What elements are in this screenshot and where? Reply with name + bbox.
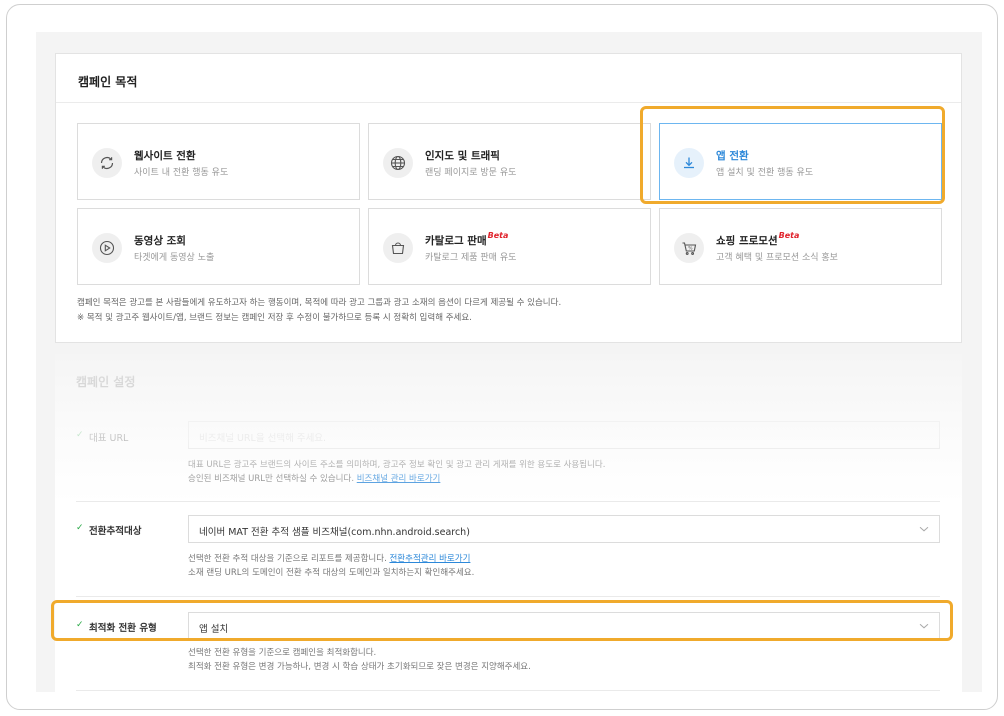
globe-icon bbox=[383, 148, 413, 178]
rep-url-placeholder: 비즈채널 URL을 선택해 주세요. bbox=[199, 433, 327, 444]
objective-label: 웹사이트 전환 bbox=[134, 150, 196, 162]
bizchannel-manage-link[interactable]: 비즈채널 관리 바로가기 bbox=[357, 474, 441, 484]
conversion-target-help-2: 소재 랜딩 URL의 도메인이 전환 추적 대상의 도메인과 일치하는지 확인해… bbox=[188, 568, 475, 578]
page-canvas: 캠페인 목적 웹사이트 전환 사이트 내 전환 행동 유도 인지도 및 트래픽 … bbox=[36, 32, 982, 692]
objective-label-text: 카탈로그 판매 bbox=[425, 235, 487, 247]
conversion-target-label: 전환추적대상 bbox=[89, 526, 142, 537]
optimization-type-label: 최적화 전환 유형 bbox=[89, 623, 157, 634]
conversion-target-select[interactable]: 네이버 MAT 전환 추적 샘플 비즈채널(com.nhn.android.se… bbox=[188, 515, 940, 543]
rep-url-help: 대표 URL은 광고주 브랜드의 사이트 주소를 의미하며, 광고주 정보 확인… bbox=[188, 460, 606, 470]
optimization-type-value: 앱 설치 bbox=[199, 624, 229, 635]
rep-url-select[interactable]: 비즈채널 URL을 선택해 주세요. bbox=[188, 421, 940, 449]
optimization-type-select[interactable]: 앱 설치 bbox=[188, 612, 940, 640]
campaign-settings-title: 캠페인 설정 bbox=[76, 375, 136, 389]
campaign-settings-section: 캠페인 설정 ✓ 대표 URL 비즈채널 URL을 선택해 주세요. 대표 UR… bbox=[55, 354, 962, 692]
objective-label: 앱 전환 bbox=[716, 150, 749, 162]
divider bbox=[76, 596, 940, 597]
objective-label-text: 쇼핑 프로모션 bbox=[716, 235, 778, 247]
objective-label: 카탈로그 판매Beta bbox=[425, 231, 509, 248]
objective-desc: 카탈로그 제품 판매 유도 bbox=[425, 253, 517, 263]
shopping-bag-icon bbox=[383, 233, 413, 263]
purpose-note: 캠페인 목적은 광고를 본 사람들에게 유도하고자 하는 행동이며, 목적에 따… bbox=[77, 298, 562, 308]
campaign-purpose-title: 캠페인 목적 bbox=[78, 75, 138, 89]
objective-desc: 타겟에게 동영상 노출 bbox=[134, 253, 215, 263]
campaign-purpose-card: 캠페인 목적 웹사이트 전환 사이트 내 전환 행동 유도 인지도 및 트래픽 … bbox=[55, 53, 962, 343]
divider bbox=[56, 102, 961, 103]
optimization-type-help-2: 최적화 전환 유형은 변경 가능하나, 변경 시 학습 상태가 초기화되므로 잦… bbox=[188, 662, 531, 672]
divider bbox=[76, 690, 940, 691]
conversion-target-help: 선택한 전환 추적 대상을 기준으로 리포트를 제공합니다. 전환추적관리 바로… bbox=[188, 552, 470, 564]
objective-desc: 사이트 내 전환 행동 유도 bbox=[134, 168, 229, 178]
objective-video-view[interactable]: 동영상 조회 타겟에게 동영상 노출 bbox=[77, 208, 360, 285]
objective-app-conversion[interactable]: 앱 전환 앱 설치 및 전환 행동 유도 bbox=[659, 123, 942, 200]
rep-url-help-text: 승인된 비즈채널 URL만 선택하실 수 있습니다. bbox=[188, 474, 355, 484]
shopping-cart-icon: % bbox=[674, 233, 704, 263]
conversion-tracking-manage-link[interactable]: 전환추적관리 바로가기 bbox=[389, 554, 470, 564]
objective-desc: 랜딩 페이지로 방문 유도 bbox=[425, 168, 517, 178]
divider bbox=[76, 501, 940, 502]
beta-badge: Beta bbox=[487, 231, 509, 240]
check-icon: ✓ bbox=[76, 620, 84, 630]
objective-awareness-traffic[interactable]: 인지도 및 트래픽 랜딩 페이지로 방문 유도 bbox=[368, 123, 651, 200]
optimization-type-help: 선택한 전환 유형을 기준으로 캠페인을 최적화합니다. bbox=[188, 648, 377, 658]
objective-desc: 고객 혜택 및 프로모션 소식 홍보 bbox=[716, 253, 838, 263]
window-frame: 캠페인 목적 웹사이트 전환 사이트 내 전환 행동 유도 인지도 및 트래픽 … bbox=[6, 4, 998, 710]
play-circle-icon bbox=[92, 233, 122, 263]
chevron-down-icon bbox=[919, 526, 929, 532]
objective-website-conversion[interactable]: 웹사이트 전환 사이트 내 전환 행동 유도 bbox=[77, 123, 360, 200]
objective-label: 인지도 및 트래픽 bbox=[425, 150, 500, 162]
objective-shopping-promotion[interactable]: % 쇼핑 프로모션Beta 고객 혜택 및 프로모션 소식 홍보 bbox=[659, 208, 942, 285]
objective-label: 쇼핑 프로모션Beta bbox=[716, 231, 800, 248]
beta-badge: Beta bbox=[778, 231, 800, 240]
objective-catalog-sales[interactable]: 카탈로그 판매Beta 카탈로그 제품 판매 유도 bbox=[368, 208, 651, 285]
svg-text:%: % bbox=[688, 245, 693, 251]
purpose-warning-note: ※ 목적 및 광고주 웹사이트/앱, 브랜드 정보는 캠페인 저장 후 수정이 … bbox=[77, 313, 472, 323]
chevron-down-icon bbox=[919, 623, 929, 629]
check-icon: ✓ bbox=[76, 523, 84, 533]
objective-label: 동영상 조회 bbox=[134, 235, 186, 247]
conversion-target-value: 네이버 MAT 전환 추적 샘플 비즈채널(com.nhn.android.se… bbox=[199, 527, 470, 538]
check-icon: ✓ bbox=[76, 430, 84, 440]
rep-url-help-2: 승인된 비즈채널 URL만 선택하실 수 있습니다. 비즈채널 관리 바로가기 bbox=[188, 472, 440, 484]
download-icon bbox=[674, 148, 704, 178]
rep-url-label: 대표 URL bbox=[89, 433, 129, 444]
refresh-cycle-icon bbox=[92, 148, 122, 178]
objective-desc: 앱 설치 및 전환 행동 유도 bbox=[716, 168, 814, 178]
conversion-target-help-text: 선택한 전환 추적 대상을 기준으로 리포트를 제공합니다. bbox=[188, 554, 387, 564]
